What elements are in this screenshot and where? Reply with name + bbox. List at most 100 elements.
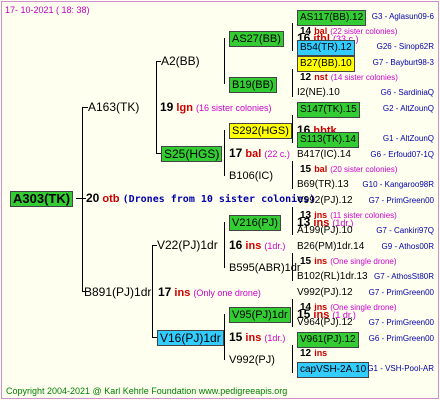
gen2-year: 16 — [229, 238, 243, 252]
root-queen[interactable]: A303(TK) — [10, 191, 74, 207]
gen4-note: (One single drone) — [330, 303, 397, 312]
gen4-info: 14 ins (One single drone) — [300, 300, 397, 315]
gen2-info: 17 bal (22 c.) — [229, 146, 290, 161]
gen4-note: (11 sister colonies) — [330, 211, 397, 220]
gen3-queen[interactable]: V992(PJ) — [229, 353, 275, 367]
gen4-code: ins — [314, 210, 328, 220]
gen2-code: ins — [245, 240, 262, 252]
gen4-year: 12 — [300, 348, 312, 359]
gen2-code: bal — [245, 148, 262, 160]
connector — [292, 23, 293, 51]
connector — [292, 161, 293, 189]
gen4-year: 13 — [300, 210, 312, 221]
gen4-queen[interactable]: B102(RL)1dr.13 — [297, 270, 368, 284]
gen4-info: 14 bal (22 sister colonies) — [300, 24, 397, 39]
gen2-year: 17 — [229, 146, 243, 160]
gen2-queen[interactable]: S25(HGS) — [161, 146, 223, 162]
root-code: otb — [102, 193, 120, 205]
gen4-info: 12 nst (14 sister colonies) — [300, 70, 398, 85]
gen4-lineage: G6 - PrimGreen00 — [368, 334, 434, 343]
connector — [224, 130, 225, 176]
gen4-lineage: G7 - Cankiri97Q — [376, 226, 434, 235]
gen4-lineage: G26 - Sinop62R — [376, 42, 434, 51]
gen4-info: 15 ins (One single drone) — [300, 254, 397, 269]
gen4-queen[interactable]: A199(PJ).10 — [297, 224, 353, 238]
gen4-code: ins — [314, 256, 328, 266]
gen4-lineage: G1 - AltZounQ — [382, 134, 434, 143]
gen4-queen[interactable]: S147(TK).15 — [297, 102, 360, 118]
gen4-code: ins — [314, 348, 328, 358]
root-info: 20 otb (Drones from 10 sister colonies) — [86, 191, 315, 207]
gen4-code: bal — [314, 164, 328, 174]
gen2-code: ins — [245, 332, 262, 344]
gen4-queen[interactable]: capVSH-2A.10 — [297, 362, 370, 378]
gen4-lineage: G3 - Aglasun09-6 — [371, 12, 434, 21]
sire-note: (Only one drone) — [193, 288, 261, 298]
gen4-queen[interactable]: V992(PJ).12 — [297, 286, 353, 300]
gen4-lineage: G2 - AltZounQ — [382, 104, 434, 113]
gen4-queen[interactable]: I2(NE).10 — [297, 86, 340, 100]
gen2-note: (1dr.) — [264, 241, 286, 251]
gen4-queen[interactable]: S113(TK).14 — [297, 132, 359, 148]
gen4-year: 14 — [300, 302, 312, 313]
gen4-queen[interactable]: B26(PM)1dr.14 — [297, 240, 364, 254]
gen4-queen[interactable]: V992(PJ).12 — [297, 194, 353, 208]
gen3-queen[interactable]: B19(BB) — [229, 77, 277, 93]
gen4-queen[interactable]: B54(TR).12 — [297, 40, 355, 56]
gen2-queen[interactable]: A2(BB) — [161, 54, 200, 68]
gen4-note: (One single drone) — [330, 257, 397, 266]
gen4-lineage: G6 - SardiniaQ — [380, 88, 434, 97]
dam-code: lgn — [176, 102, 193, 114]
gen3-queen[interactable]: B106(IC) — [229, 169, 273, 183]
timestamp: 17- 10-2021 ( 18: 38) — [5, 5, 90, 15]
connector — [82, 107, 83, 291]
connector — [76, 198, 86, 199]
gen2-info: 15 ins (1dr.) — [229, 330, 285, 345]
gen4-queen[interactable]: B69(TR).13 — [297, 178, 349, 192]
connector — [292, 299, 293, 327]
gen2-year: 15 — [229, 330, 243, 344]
gen4-info: 15 bal (20 sister colonies) — [300, 162, 397, 177]
gen2-queen[interactable]: V22(PJ)1dr — [157, 238, 218, 252]
sire-queen[interactable]: B891(PJ)1dr — [84, 285, 151, 299]
connector — [292, 69, 293, 97]
sire-year: 17 — [158, 285, 172, 299]
gen2-note: (1dr.) — [264, 333, 286, 343]
dam-year: 19 — [160, 100, 174, 114]
gen2-info: 16 ins (1dr.) — [229, 238, 285, 253]
gen4-year: 15 — [300, 256, 312, 267]
gen3-queen[interactable]: AS27(BB) — [229, 31, 284, 47]
connector — [224, 222, 225, 268]
sire-info: 17 ins (Only one drone) — [158, 285, 261, 300]
connector — [292, 345, 293, 373]
gen4-queen[interactable]: B417(IC).14 — [297, 148, 351, 162]
dam-note: (16 sister colonies) — [195, 103, 272, 113]
gen4-lineage: G7 - AthosSt80R — [373, 272, 434, 281]
gen2-note: (22 c.) — [264, 149, 290, 159]
gen4-lineage: G7 - PrimGreen00 — [368, 196, 434, 205]
connector — [152, 245, 153, 337]
gen4-year: 12 — [300, 72, 312, 83]
gen3-queen[interactable]: S292(HGS) — [229, 123, 292, 139]
gen3-queen[interactable]: B595(ABR)1dr — [229, 261, 301, 275]
gen4-lineage: G1 - VSH-Pool-AR — [367, 364, 434, 373]
gen4-lineage: G7 - Bayburt98-3 — [372, 58, 434, 67]
root-year: 20 — [86, 191, 100, 205]
gen4-queen[interactable]: V964(PJ).12 — [297, 316, 353, 330]
gen4-lineage: G7 - PrimGreen00 — [368, 288, 434, 297]
connector — [224, 314, 225, 360]
gen4-lineage: G7 - PrimGreen00 — [368, 318, 434, 327]
gen4-year: 15 — [300, 164, 312, 175]
gen3-queen[interactable]: V216(PJ) — [229, 215, 281, 231]
connector — [292, 207, 293, 235]
root-note: (Drones from 10 sister colonies) — [122, 194, 316, 205]
gen3-queen[interactable]: V95(PJ)1dr — [229, 307, 291, 323]
connector — [224, 38, 225, 84]
gen4-lineage: G6 - Erfoud07-1Q — [370, 150, 434, 159]
connector — [156, 61, 157, 153]
copyright: Copyright 2004-2021 @ Karl Kehrle Founda… — [6, 386, 288, 396]
gen4-note: (14 sister colonies) — [330, 73, 398, 82]
dam-queen[interactable]: A163(TK) — [88, 100, 139, 114]
sire-code: ins — [174, 287, 191, 299]
gen2-queen[interactable]: V16(PJ)1dr — [157, 330, 224, 346]
